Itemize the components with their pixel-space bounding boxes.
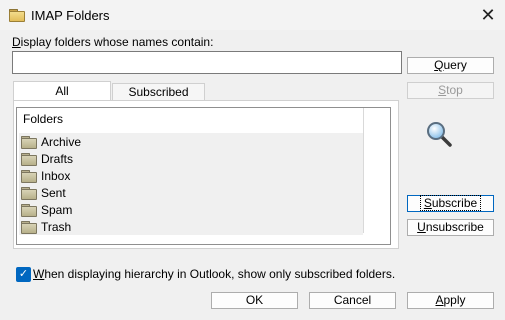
unsubscribe-button[interactable]: Unsubscribe [407,219,494,236]
folder-list: Archive Drafts Inbox Sent Spam Trash [19,133,363,235]
folder-filter-input[interactable] [12,51,402,74]
tab-subscribed[interactable]: Subscribed [112,83,205,101]
subscribed-only-checkbox[interactable]: ✓ [16,267,31,282]
folder-tree[interactable]: Folders Archive Drafts Inbox Sent Spam T… [16,107,391,245]
magnifier-icon [427,122,452,147]
stop-button[interactable]: Stop [407,82,494,99]
folder-icon [21,169,37,183]
folder-item-archive[interactable]: Archive [19,133,363,150]
cancel-button[interactable]: Cancel [309,292,396,309]
folder-item-trash[interactable]: Trash [19,218,363,235]
folder-icon [21,152,37,166]
folder-icon [21,186,37,200]
window-title: IMAP Folders [31,8,110,23]
folder-icon [9,9,25,22]
column-divider [363,108,364,233]
close-button[interactable]: ✕ [477,4,499,26]
folder-icon [21,203,37,217]
checkmark-icon: ✓ [18,268,29,280]
folder-icon [21,220,37,234]
query-button[interactable]: Query [407,57,494,74]
folder-icon [21,135,37,149]
subscribe-button[interactable]: Subscribe [407,195,494,212]
subscribed-only-label[interactable]: When displaying hierarchy in Outlook, sh… [33,267,395,281]
close-icon: ✕ [480,5,496,25]
ok-button[interactable]: OK [211,292,298,309]
apply-button[interactable]: Apply [407,292,494,309]
folder-item-inbox[interactable]: Inbox [19,167,363,184]
tab-all[interactable]: All [13,81,111,102]
title-bar: IMAP Folders ✕ [0,0,505,30]
folder-item-drafts[interactable]: Drafts [19,150,363,167]
folder-item-spam[interactable]: Spam [19,201,363,218]
folder-item-sent[interactable]: Sent [19,184,363,201]
folders-column-header: Folders [23,112,64,126]
filter-label: Display folders whose names contain: [12,35,214,49]
